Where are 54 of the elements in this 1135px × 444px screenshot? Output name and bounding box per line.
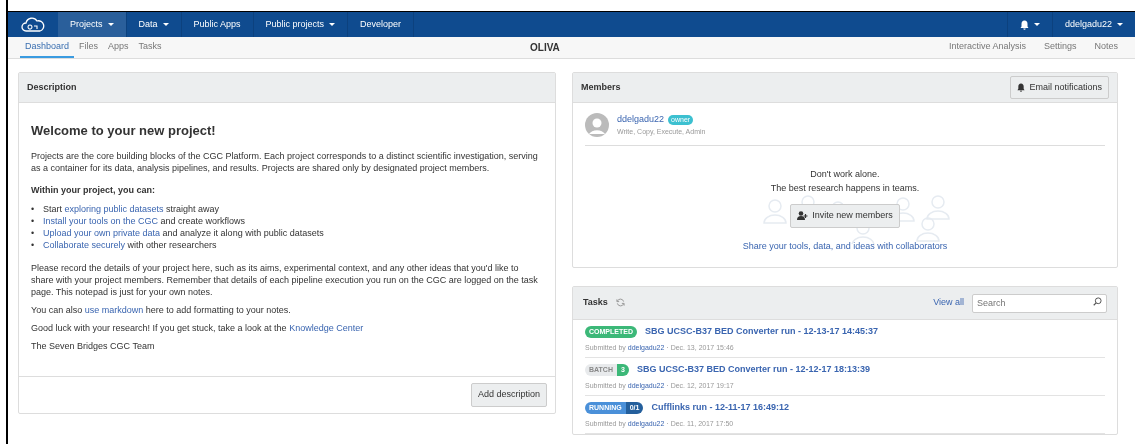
text-link[interactable]: use markdown: [84, 304, 144, 315]
message-text: The best research happens in teams.: [770, 181, 920, 195]
avatar-icon: [585, 113, 609, 137]
tab[interactable]: Apps: [103, 37, 134, 58]
tab[interactable]: Files: [74, 37, 104, 58]
task-name-link[interactable]: Cufflinks run - 12-11-17 16:49:12: [651, 401, 789, 415]
bullet-marker: •: [31, 239, 36, 252]
project-title: OLIVA: [530, 41, 560, 55]
bullet-item: Start exploring public datasets straight away: [43, 202, 220, 216]
email-notifications-button[interactable]: Email notifications: [1010, 75, 1109, 100]
add-description-button[interactable]: Add description: [470, 383, 547, 407]
nav-menu-item[interactable]: Projects: [58, 12, 127, 37]
paragraph: Good luck with your research! If you get stuck, take a look at the Knowledge Center: [31, 322, 365, 335]
paragraph: Projects are the core building blocks of the CGC Platform. Each project corresponds to a distinct scientific investigation, serving as a container for its data, analysis pipelines, and results. Projects are shared only by designated project members.: [31, 149, 539, 174]
bell-icon: [1019, 19, 1029, 30]
paragraph: The Seven Bridges CGC Team: [31, 340, 156, 353]
add-user-icon: [797, 211, 809, 221]
paragraph: Please record the details of your project here, such as its aims, experimental context, and any other ideas that you'd like to share with your project members. Remember that details of each pipeline execution you run on the CGC are logged on the task page. This notepad is just for your own notes.: [31, 261, 539, 298]
nav-link[interactable]: Notes: [1089, 37, 1123, 58]
user-menu[interactable]: ddelgadu22: [1052, 12, 1135, 37]
view-all-link[interactable]: View all: [933, 296, 964, 310]
bullet-marker: •: [31, 227, 36, 240]
bullet-item: Install your tools on the CGC and create workflows: [43, 215, 246, 228]
search-icon[interactable]: [1093, 296, 1102, 306]
task-name-link[interactable]: SBG UCSC-B37 BED Converter run - 12-12-17 18:13:39: [636, 363, 870, 377]
nav-link[interactable]: Settings: [1038, 37, 1082, 58]
text-link[interactable]: Collaborate securely: [43, 240, 126, 251]
bullet-marker: •: [31, 215, 36, 228]
task-name-link[interactable]: SBG UCSC-B37 BED Converter run - 12-13-17 14:45:37: [644, 325, 879, 339]
cloud-logo-icon[interactable]: [21, 16, 45, 33]
text-link[interactable]: Install your tools on the CGC: [43, 216, 159, 227]
bell-icon: [1017, 83, 1026, 92]
text-link[interactable]: Upload your own private data: [43, 228, 161, 239]
subheading: Within your project, you can:: [31, 183, 156, 196]
caret-icon: [1117, 23, 1123, 26]
paragraph: You can also use markdown here to add formatting to your notes.: [31, 303, 292, 317]
tab[interactable]: Tasks: [133, 37, 167, 58]
panel-title: Tasks: [583, 296, 608, 310]
tab[interactable]: Dashboard: [20, 37, 75, 58]
share-link[interactable]: Share your tools, data, and ideas with collaborators: [742, 240, 948, 251]
member-name-link[interactable]: ddelgadu22: [617, 113, 665, 127]
panel-title: Members: [581, 80, 621, 94]
nav-link[interactable]: Interactive Analysis: [943, 37, 1031, 58]
bullet-item: Upload your own private data and analyze it along with public datasets: [43, 227, 324, 240]
caret-icon: [1033, 23, 1040, 26]
text-link[interactable]: Knowledge Center: [289, 323, 364, 334]
invite-members-button[interactable]: Invite new members: [790, 204, 900, 228]
bullet-item: Collaborate securely with other researchers: [43, 239, 217, 252]
bullet-marker: •: [31, 202, 36, 216]
search-field[interactable]: Search: [972, 293, 1107, 313]
message-text: Don't work alone.: [810, 168, 880, 181]
welcome-heading: Welcome to your new project!: [31, 122, 217, 140]
panel-title: Description: [27, 80, 77, 94]
text-link[interactable]: exploring public datasets: [64, 203, 164, 214]
